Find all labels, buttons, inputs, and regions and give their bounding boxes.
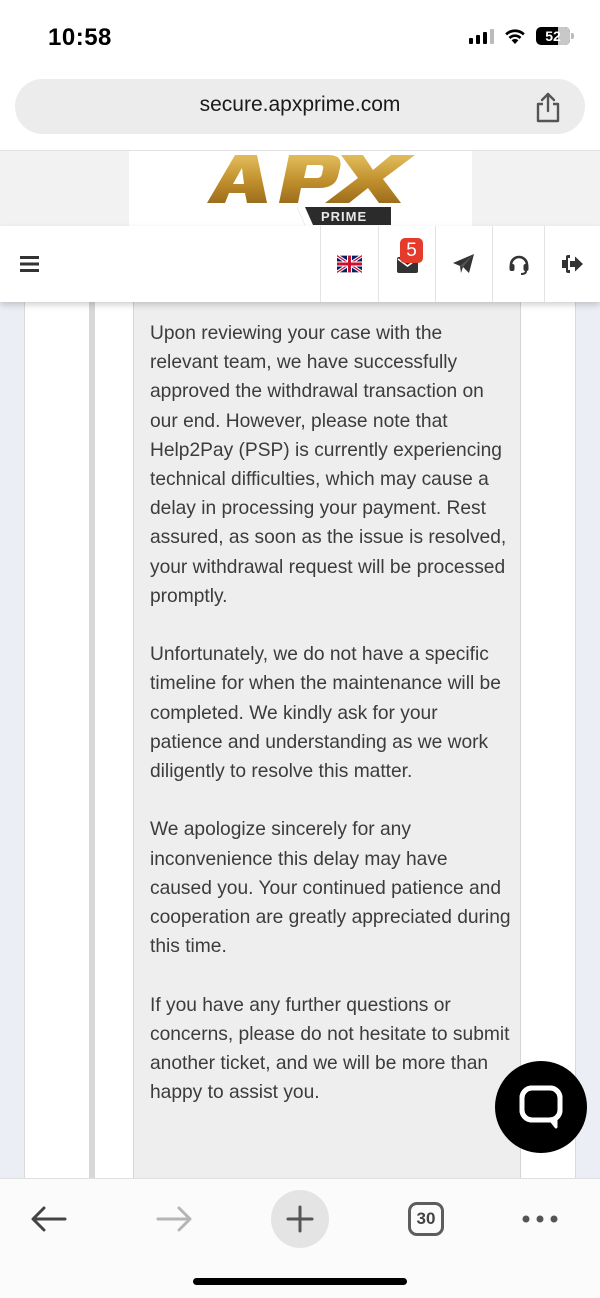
ticket-message-body: Upon reviewing your case with the releva…: [150, 319, 512, 1137]
hamburger-menu-button[interactable]: [12, 242, 48, 286]
more-button[interactable]: [520, 1189, 560, 1249]
logout-button[interactable]: [544, 226, 600, 302]
more-dots-icon: [522, 1215, 558, 1223]
message-paragraph: Unfortunately, we do not have a specific…: [150, 644, 501, 783]
apx-logo-graphic: [207, 155, 415, 225]
live-chat-button[interactable]: [495, 1061, 587, 1153]
forward-button[interactable]: [152, 1189, 196, 1249]
paper-plane-icon: [453, 254, 474, 273]
site-logo[interactable]: PRIME: [129, 151, 472, 229]
send-button[interactable]: [435, 226, 492, 302]
battery-level: 52: [545, 28, 561, 44]
uk-flag-icon: [337, 255, 362, 273]
web-page: PRIME 5 Upon reviewing your case with th…: [0, 150, 600, 1178]
arrow-right-icon: [156, 1206, 192, 1232]
messages-button[interactable]: 5: [378, 226, 435, 302]
signal-icon: [469, 28, 494, 44]
left-sidebar-column: [24, 302, 90, 1178]
wifi-icon: [505, 29, 525, 44]
home-indicator[interactable]: [193, 1278, 407, 1285]
tab-count: 30: [408, 1202, 444, 1236]
status-icons: 52: [469, 27, 574, 45]
address-bar[interactable]: secure.apxprime.com: [15, 79, 585, 134]
plus-icon: [286, 1205, 314, 1233]
logo-band: PRIME: [0, 150, 600, 229]
right-sidebar-column: [521, 302, 576, 1178]
chat-bubble-icon: [519, 1085, 563, 1129]
message-paragraph: Upon reviewing your case with the releva…: [150, 323, 507, 607]
site-navbar: 5: [0, 226, 600, 302]
arrow-left-icon: [31, 1206, 67, 1232]
share-icon[interactable]: [533, 91, 563, 123]
battery-icon: 52: [536, 27, 574, 45]
message-paragraph: We apologize sincerely for any inconveni…: [150, 819, 511, 958]
back-button[interactable]: [28, 1189, 70, 1249]
messages-badge: 5: [400, 238, 423, 263]
message-paragraph: If you have any further questions or con…: [150, 994, 510, 1104]
status-time: 10:58: [48, 24, 112, 51]
support-button[interactable]: [492, 226, 544, 302]
hamburger-menu-icon: [20, 256, 39, 272]
ticket-message: Upon reviewing your case with the releva…: [133, 302, 521, 1178]
message-gutter: [95, 302, 133, 1178]
tabs-button[interactable]: 30: [406, 1189, 446, 1249]
headset-icon: [509, 255, 528, 275]
url-text[interactable]: secure.apxprime.com: [15, 93, 585, 117]
new-tab-button[interactable]: [271, 1189, 329, 1249]
language-selector[interactable]: [320, 226, 378, 302]
status-bar: 10:58 52: [0, 0, 600, 76]
sign-out-icon: [561, 255, 583, 273]
logo-sub-text: PRIME: [321, 209, 368, 224]
